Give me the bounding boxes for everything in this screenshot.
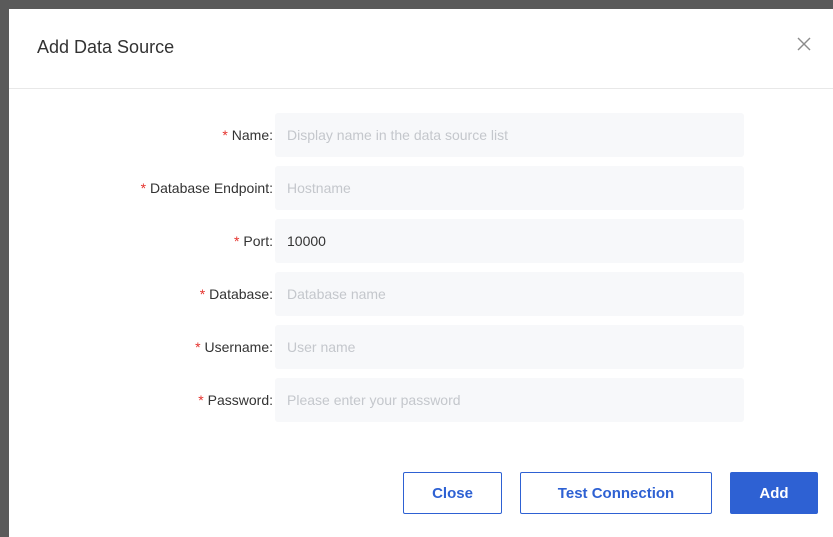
form-row-username: * Username: xyxy=(9,325,833,369)
add-data-source-dialog: Add Data Source *Name: *Database Endpoin… xyxy=(9,9,833,537)
required-marker: * xyxy=(198,392,204,408)
password-label: * Password: xyxy=(198,392,273,408)
close-icon[interactable] xyxy=(793,33,815,55)
username-label: * Username: xyxy=(195,339,273,355)
required-marker: * xyxy=(199,286,206,302)
dialog-title: Add Data Source xyxy=(37,37,175,57)
required-marker: * xyxy=(222,127,228,143)
form-row-port: * Port: xyxy=(9,219,833,263)
port-label: * Port: xyxy=(233,233,273,249)
required-marker: * xyxy=(233,233,240,249)
database-label: * Database: xyxy=(199,286,273,302)
required-marker: * xyxy=(140,180,147,196)
port-input[interactable] xyxy=(275,219,744,263)
database-endpoint-label: * Database Endpoint: xyxy=(140,180,273,196)
dialog-header: Add Data Source xyxy=(9,9,833,89)
close-button[interactable]: Close xyxy=(403,472,502,514)
test-connection-button[interactable]: Test Connection xyxy=(520,472,712,514)
name-label: * Name: xyxy=(222,127,273,143)
required-marker: * xyxy=(195,339,201,355)
form-row-name: * Name: xyxy=(9,113,833,157)
form-row-endpoint: * Database Endpoint: xyxy=(9,166,833,210)
form-row-password: * Password: xyxy=(9,378,833,422)
database-endpoint-input[interactable] xyxy=(275,166,744,210)
database-input[interactable] xyxy=(275,272,744,316)
add-button[interactable]: Add xyxy=(730,472,818,514)
password-input[interactable] xyxy=(275,378,744,422)
form-row-database: * Database: xyxy=(9,272,833,316)
username-input[interactable] xyxy=(275,325,744,369)
name-input[interactable] xyxy=(275,113,744,157)
